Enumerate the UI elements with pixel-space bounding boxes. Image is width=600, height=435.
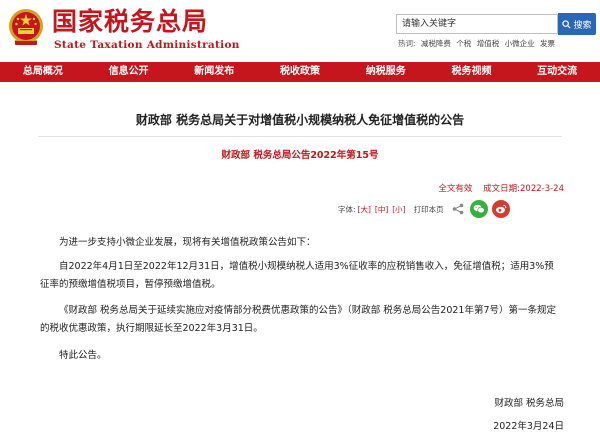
title-divider xyxy=(38,136,562,137)
national-emblem-icon[interactable] xyxy=(7,7,45,47)
hot-words: 热词: 减税降费 个税 增值税 小微企业 发票 xyxy=(398,38,558,49)
article-tools: 字体: [大] [中] [小] 打印本页 xyxy=(338,199,510,219)
search-button[interactable]: 搜索 xyxy=(558,13,596,35)
nav-item-tax-policy[interactable]: 税收政策 xyxy=(257,62,343,82)
signature-organization: 财政部 税务总局 xyxy=(494,398,564,409)
document-number: 财政部 税务总局公告2022年第15号 xyxy=(221,150,379,161)
nav-item-interaction[interactable]: 互动交流 xyxy=(514,62,600,82)
article-title: 财政部 税务总局关于对增值税小规模纳税人免征增值税的公告 xyxy=(135,113,465,127)
search-input[interactable]: 请输入关键字 xyxy=(396,14,558,34)
font-large-button[interactable]: [大] xyxy=(358,204,371,215)
nav-item-info-disclosure[interactable]: 信息公开 xyxy=(86,62,172,82)
hot-word-item[interactable]: 减税降费 xyxy=(421,39,451,48)
article-paragraph: 自2022年4月1日至2022年12月31日，增值税小规模纳税人适用3%征收率的… xyxy=(40,261,554,290)
signature-date: 2022年3月24日 xyxy=(493,421,564,432)
hot-word-item[interactable]: 增值税 xyxy=(477,39,500,48)
site-subtitle: State Taxation Administration xyxy=(54,39,240,51)
article-paragraph: 为进一步支持小微企业发展，现将有关增值税政策公告如下： xyxy=(59,237,316,248)
nav-item-tax-video[interactable]: 税务视频 xyxy=(429,62,515,82)
site-title[interactable]: 国家税务总局 xyxy=(52,8,208,36)
font-size-label: 字体: xyxy=(338,204,356,214)
nav-item-overview[interactable]: 总局概况 xyxy=(0,62,86,82)
search-button-label: 搜索 xyxy=(573,20,592,31)
article-meta: 全文有效 成文日期:2022-3-24 xyxy=(438,182,564,194)
hot-words-label: 热词: xyxy=(398,39,416,48)
article-paragraph: 特此公告。 xyxy=(59,350,107,361)
print-button[interactable]: 打印本页 xyxy=(414,204,444,215)
validity-status: 全文有效 xyxy=(438,184,473,194)
font-medium-button[interactable]: [中] xyxy=(375,204,388,215)
font-small-button[interactable]: [小] xyxy=(392,204,405,215)
date-value: 2022-3-24 xyxy=(520,184,564,194)
date-label: 成文日期: xyxy=(483,184,520,194)
weibo-icon[interactable] xyxy=(491,200,510,218)
hot-word-item[interactable]: 小微企业 xyxy=(505,39,535,48)
share-icon[interactable] xyxy=(452,203,464,215)
nav-item-taxpayer-service[interactable]: 纳税服务 xyxy=(343,62,429,82)
hot-word-item[interactable]: 发票 xyxy=(540,39,555,48)
wechat-icon[interactable] xyxy=(469,200,488,218)
hot-word-item[interactable]: 个税 xyxy=(456,39,471,48)
nav-item-news[interactable]: 新闻发布 xyxy=(171,62,257,82)
site-header: 国家税务总局 State Taxation Administration 请输入… xyxy=(0,0,600,62)
article-paragraph: 《财政部 税务总局关于延续实施应对疫情部分税费优惠政策的公告》（财政部 税务总局… xyxy=(40,305,557,334)
search-icon xyxy=(562,19,572,29)
main-nav: 总局概况 信息公开 新闻发布 税收政策 纳税服务 税务视频 互动交流 xyxy=(0,62,600,82)
